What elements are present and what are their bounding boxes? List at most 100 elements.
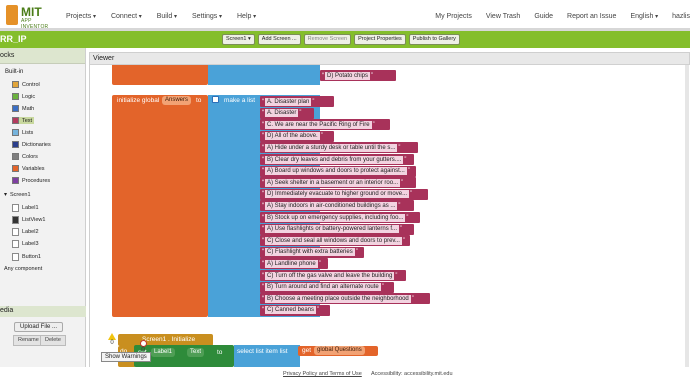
button-icon [12,253,19,261]
footer: Privacy Policy and Terms of Use Accessib… [0,367,690,382]
upload-file-button[interactable]: Upload File ... [14,322,64,332]
any-component[interactable]: Any component [4,266,42,272]
menu-connect[interactable]: Connect [111,13,142,20]
math-swatch-icon [12,105,19,112]
lists-swatch-icon [12,129,19,136]
procedures-swatch-icon [12,177,19,184]
collapse-icon[interactable]: ▾ [4,191,7,198]
project-buttons: Screen1 ▾ Add Screen ... Remove Screen P… [222,34,460,45]
logo-title: MIT [21,5,42,19]
list-item-string[interactable]: “D) Immediately evacuate to higher groun… [260,188,428,200]
to-label-2: to [217,349,223,356]
error-icon [139,340,147,347]
screen-select-button[interactable]: Screen1 ▾ [222,34,255,45]
top-right-links: My Projects View Trash Guide Report an I… [435,13,690,20]
media-header: edia [0,306,86,317]
label-icon [12,228,19,236]
publish-gallery-button[interactable]: Publish to Gallery [408,34,460,45]
list-item-string[interactable]: “C) Flashlight with extra batteries” [260,246,364,258]
tree-label3[interactable]: Label3 [12,240,39,248]
list-item-string[interactable]: “C) Close and seal all windows and doors… [260,235,410,247]
remove-screen-button[interactable]: Remove Screen [303,34,352,45]
select-list-item-label: select list item list [237,348,288,355]
list-item-string[interactable]: “D) All of the above.” [260,130,334,142]
menu-settings[interactable]: Settings [192,13,222,20]
property-dropdown[interactable]: Text [187,348,205,357]
project-properties-button[interactable]: Project Properties [354,34,406,45]
guide-link[interactable]: Guide [534,13,553,20]
show-warnings-button[interactable]: Show Warnings [101,352,151,362]
control-swatch-icon [12,81,19,88]
logo-icon [6,5,18,25]
list-item-string[interactable]: “A. Disaster plan” [260,96,334,107]
initialize-global-label: initialize global [117,97,160,104]
workspace-scrollbar[interactable] [685,65,689,367]
tree-screen1[interactable]: ▾ Screen1 [4,191,31,199]
list-item-string[interactable]: “B) Choose a meeting place outside the n… [260,293,430,305]
builtin-heading: Built-in [5,69,24,75]
warning-icon [108,333,116,340]
list-item-string[interactable]: “B) Stock up on emergency supplies, incl… [260,212,420,223]
initialize-global-block[interactable] [112,95,208,317]
tree-listview1[interactable]: ListView1 [12,216,45,224]
list-item-string[interactable]: “A) Stay indoors in air-conditioned buil… [260,200,414,212]
blocks-workspace[interactable]: “D) Potato chips” initialize global Answ… [90,65,690,367]
make-a-list-label: make a list [224,97,256,104]
add-screen-button[interactable]: Add Screen ... [257,34,301,45]
menu-projects[interactable]: Projects [66,13,96,20]
project-name: RR_IP [0,34,27,44]
menu-build[interactable]: Build [157,13,177,20]
list-item-string[interactable]: “B) Clear dry leaves and debris from you… [260,154,414,165]
my-projects-link[interactable]: My Projects [435,13,472,20]
list-item-string[interactable]: “A) Seek shelter in a basement or an int… [260,177,416,189]
list-item-string[interactable]: “A) Landline phone” [260,258,328,270]
palette-lists[interactable]: Lists [12,129,33,136]
palette-text[interactable]: Text [12,117,35,124]
palette-variables[interactable]: Variables [12,165,45,172]
variable-name-field[interactable]: Answers [162,96,192,105]
palette-procedures[interactable]: Procedures [12,177,50,184]
warning-indicator[interactable]: 0 [108,333,116,346]
list-item-string[interactable]: “C) Canned beans” [260,304,330,316]
error-indicator[interactable]: 0 [139,333,147,353]
palette-colors[interactable]: Colors [12,153,38,160]
component-dropdown[interactable]: Label1 [151,348,176,357]
global-questions-field[interactable]: global Questions [314,346,365,355]
app-inventor-logo[interactable]: MIT APP INVENTOR [6,5,54,30]
palette-control[interactable]: Control [12,81,40,88]
tree-label2[interactable]: Label2 [12,228,39,236]
listview-icon [12,216,19,224]
list-item-string[interactable]: “A) Hide under a sturdy desk or table un… [260,142,418,154]
previous-variable-block[interactable] [112,65,208,85]
palette-math[interactable]: Math [12,105,34,112]
report-issue-link[interactable]: Report an Issue [567,13,616,20]
view-trash-link[interactable]: View Trash [486,13,521,20]
list-item-string[interactable]: “A) Board up windows and doors to protec… [260,165,416,177]
palette-logic[interactable]: Logic [12,93,35,100]
menu-help[interactable]: Help [237,13,256,20]
dictionaries-swatch-icon [12,141,19,148]
mutator-gear-icon[interactable] [212,96,219,103]
list-item-string[interactable]: “B) Turn around and find an alternate ro… [260,281,394,293]
list-item-string[interactable]: “C) Turn off the gas valve and leave the… [260,270,406,281]
variables-swatch-icon [12,165,19,172]
accessibility-link[interactable]: Accessibility: accessibility.mit.edu [371,371,453,377]
logo-subtitle: APP INVENTOR [21,18,49,30]
list-item-string[interactable]: “A) Use flashlights or battery-powered l… [260,223,414,235]
to-label: to [196,97,202,104]
project-bar: RR_IP Screen1 ▾ Add Screen ... Remove Sc… [0,31,690,48]
language-menu[interactable]: English [630,13,658,20]
delete-button[interactable]: Delete [40,335,66,346]
list-item-string[interactable]: “D) Potato chips” [320,70,396,81]
palette-dictionaries[interactable]: Dictionaries [12,141,51,148]
list-item-string[interactable]: “C. We are near the Pacific Ring of Fire… [260,119,390,131]
user-menu[interactable]: hazlis [672,13,690,20]
screen-initialize-label: Screen1 . Initialize [142,336,196,343]
previous-list-block[interactable] [208,65,320,85]
tree-button1[interactable]: Button1 [12,253,41,261]
privacy-policy-link[interactable]: Privacy Policy and Terms of Use [283,371,362,377]
list-item-string[interactable]: “A. Disaster” [260,107,314,119]
label-icon [12,240,19,248]
viewer-header: Viewer [90,53,689,65]
tree-label1[interactable]: Label1 [12,204,39,212]
